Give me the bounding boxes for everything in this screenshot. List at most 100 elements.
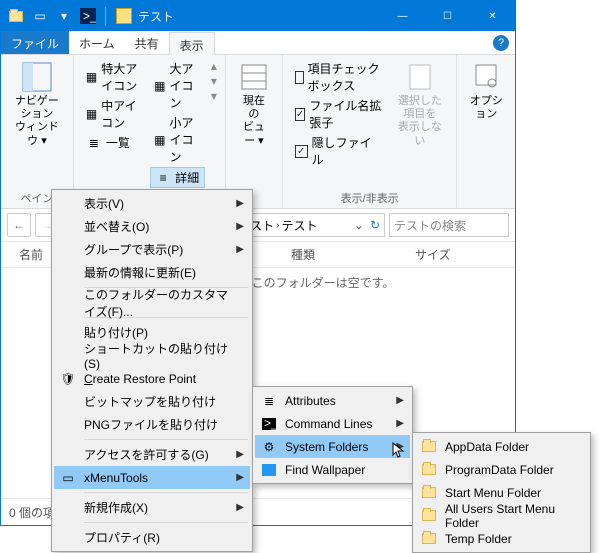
ribbon-group-layout: ▦特大アイコン ▦中アイコン ≣一覧 ▦大アイコン ▦小アイコン ≡詳細 ▴ ▾… [74,55,226,208]
separator [105,7,106,25]
hide-selected-icon [404,61,436,93]
chk-file-ext[interactable]: ファイル名拡張子 [291,96,385,132]
menu-paste-shortcut[interactable]: ショートカットの貼り付け(S) [54,344,250,367]
menu-find-wallpaper[interactable]: Find Wallpaper [255,458,410,481]
hide-selected-button[interactable]: 選択した項目を 表示しない [391,59,448,150]
menu-group[interactable]: グループで表示(P)▶ [54,238,250,261]
layout-expand[interactable]: ▾ [211,89,217,103]
menu-new[interactable]: 新規作成(X)▶ [54,496,250,519]
small-icon: ▦ [154,132,165,148]
col-size[interactable]: サイズ [415,246,451,263]
powershell-icon[interactable]: >_ [77,5,99,27]
layout-scroll-up[interactable]: ▴ [211,59,217,73]
folder-icon [5,5,27,27]
restore-icon: 🛡 [60,371,76,387]
search-input[interactable]: テストの検索 [389,213,509,237]
separator [84,492,248,493]
menu-attributes[interactable]: ≣Attributes▶ [255,389,410,412]
folder-icon [421,531,437,547]
ribbon-group-current-view: 現在の ビュー ▾ [226,55,283,208]
separator [84,439,248,440]
menu-access[interactable]: アクセスを許可する(G)▶ [54,443,250,466]
menu-customize[interactable]: このフォルダーのカスタマイズ(F)... [54,291,250,314]
layout-large[interactable]: ▦大アイコン [150,59,205,112]
submenu-xmenutools: ≣Attributes▶ >_Command Lines▶ ⚙System Fo… [252,386,413,484]
menu-paste-bitmap[interactable]: ビットマップを貼り付け [54,390,250,413]
current-view-button[interactable]: 現在の ビュー ▾ [234,59,274,150]
chevron-right-icon: ▶ [236,221,244,232]
chevron-right-icon: ▶ [236,502,244,513]
chevron-right-icon: ▶ [236,244,244,255]
menu-command-lines[interactable]: >_Command Lines▶ [255,412,410,435]
menu-sort[interactable]: 並べ替え(O)▶ [54,215,250,238]
menu-appdata[interactable]: AppData Folder [415,435,588,458]
chk-hidden-files[interactable]: 隠しファイル [291,133,385,169]
menu-system-folders[interactable]: ⚙System Folders▶ [255,435,410,458]
folder-icon [421,439,437,455]
ribbon-group-options: オプション [457,55,515,208]
breadcrumb-dropdown[interactable]: ⌄ [354,218,364,232]
checkbox-on-icon [295,108,305,121]
wallpaper-icon [261,462,277,478]
layout-small[interactable]: ▦小アイコン [150,113,205,166]
menu-paste-png[interactable]: PNGファイルを貼り付け [54,413,250,436]
group-label-showhide: 表示/非表示 [291,188,449,206]
help-icon[interactable]: ? [493,35,509,51]
properties-icon[interactable]: ▭ [29,5,51,27]
tab-view[interactable]: 表示 [169,32,215,55]
menu-allusers-startmenu[interactable]: All Users Start Menu Folder [415,504,588,527]
chevron-right-icon: ▶ [236,449,244,460]
layout-details[interactable]: ≡詳細 [150,167,205,188]
extra-large-icon: ▦ [86,69,97,85]
svg-text:>_: >_ [264,418,276,430]
menu-xmenutools[interactable]: ▭xMenuTools▶ [54,466,250,489]
back-button[interactable]: ← [7,213,31,237]
new-folder-icon[interactable]: ▾ [53,5,75,27]
list-icon: ≣ [86,135,102,151]
tab-file[interactable]: ファイル [1,31,69,54]
tab-home[interactable]: ホーム [69,31,125,54]
maximize-button[interactable]: ☐ [425,1,470,31]
ribbon-group-pane: ナビゲーション ウィンドウ ▾ ペイン [1,55,74,208]
chevron-right-icon: ▶ [396,395,404,406]
layout-list[interactable]: ≣一覧 [82,133,144,152]
chevron-right-icon: ▶ [396,441,404,452]
chevron-right-icon: ▶ [396,418,404,429]
layout-extra-large[interactable]: ▦特大アイコン [82,59,144,95]
navigation-pane-button[interactable]: ナビゲーション ウィンドウ ▾ [9,59,65,150]
terminal-icon: >_ [261,416,277,432]
minimize-button[interactable]: — [380,1,425,31]
col-type[interactable]: 種類 [291,246,315,263]
tab-share[interactable]: 共有 [125,31,169,54]
svg-text:>_: >_ [83,9,96,23]
ribbon: ナビゲーション ウィンドウ ▾ ペイン ▦特大アイコン ▦中アイコン ≣一覧 ▦… [1,55,515,209]
ribbon-group-showhide: 項目チェック ボックス ファイル名拡張子 隠しファイル 選択した項目を 表示しな… [283,55,458,208]
breadcrumb-folder2[interactable]: テスト [281,217,317,234]
folder-icon [421,485,437,501]
folder-icon [421,508,437,524]
layout-scroll-down[interactable]: ▾ [211,74,217,88]
menu-properties[interactable]: プロパティ(R) [54,526,250,549]
layout-medium[interactable]: ▦中アイコン [82,96,144,132]
menu-view[interactable]: 表示(V)▶ [54,192,250,215]
chevron-right-icon: ▶ [236,198,244,209]
list-icon: ≣ [261,393,277,409]
group-label-options [465,192,507,206]
menu-temp[interactable]: Temp Folder [415,527,588,550]
chk-item-checkboxes[interactable]: 項目チェック ボックス [291,59,385,95]
large-icon: ▦ [154,78,165,94]
context-menu: 表示(V)▶ 並べ替え(O)▶ グループで表示(P)▶ 最新の情報に更新(E) … [51,189,253,552]
menu-refresh[interactable]: 最新の情報に更新(E) [54,261,250,284]
refresh-icon[interactable]: ↻ [370,218,380,232]
current-view-icon [238,61,270,93]
menu-restore-point[interactable]: 🛡Create Restore Point [54,367,250,390]
col-name[interactable]: 名前 [19,246,43,263]
titlebar[interactable]: ▭ ▾ >_ テスト — ☐ ✕ [1,1,515,31]
close-button[interactable]: ✕ [470,1,515,31]
checkbox-on-icon [295,145,308,158]
submenu-system-folders: AppData Folder ProgramData Folder Start … [412,432,591,553]
options-button[interactable]: オプション [465,59,507,123]
separator [84,522,248,523]
menu-programdata[interactable]: ProgramData Folder [415,458,588,481]
chevron-right-icon: ▶ [236,472,244,483]
